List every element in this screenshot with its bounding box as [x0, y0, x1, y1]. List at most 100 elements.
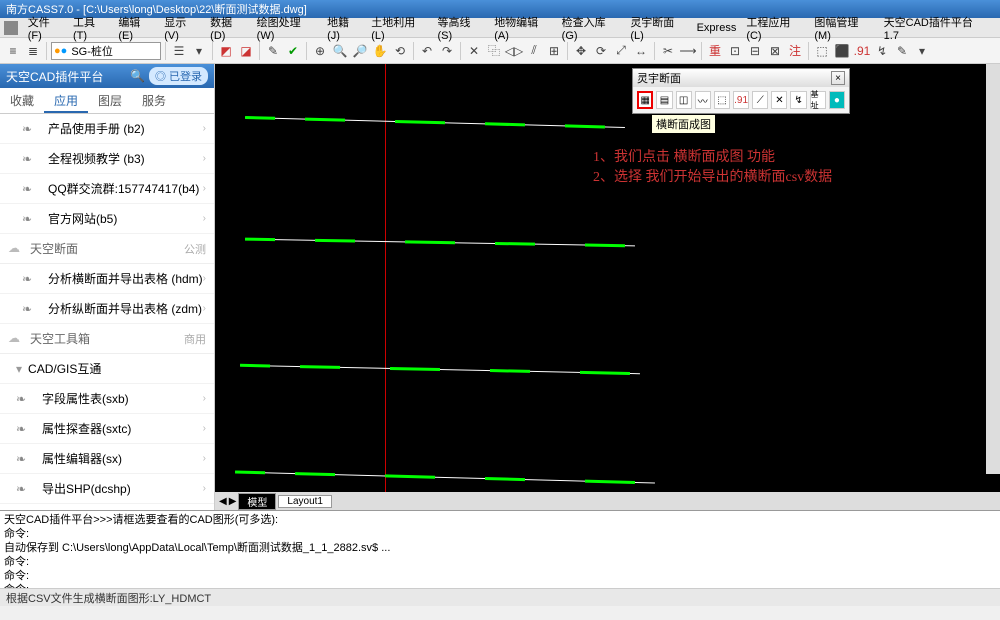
sidebar-item[interactable]: ❧产品使用手册 (b2)›	[0, 114, 214, 144]
cross-section-button[interactable]: ▦	[637, 91, 653, 109]
tool-icon[interactable]: ◩	[217, 42, 235, 60]
canvas[interactable]: 灵宇断面 × ▦ ▤ ◫ 〰 ⬚ .91 ⟋ ✕ ↯ 基址 ● 横断面成图	[215, 64, 1000, 492]
panel-btn[interactable]: ✕	[771, 91, 787, 109]
stretch-icon[interactable]: ↔	[632, 42, 650, 60]
misc-icon[interactable]: ⬚	[813, 42, 831, 60]
sidebar-item[interactable]: ❧字段属性表(sxb)›	[0, 384, 214, 414]
menu-file[interactable]: 文件(F)	[28, 14, 63, 42]
menu-lingyu[interactable]: 灵宇断面(L)	[630, 14, 686, 42]
sidebar-item[interactable]: ❧QQ群交流群:157747417(b4)›	[0, 174, 214, 204]
menu-data[interactable]: 数据(D)	[210, 14, 247, 42]
tab-favorites[interactable]: 收藏	[0, 88, 44, 113]
panel-btn[interactable]: ●	[829, 91, 845, 109]
misc-icon[interactable]: 注	[786, 42, 804, 60]
offset-icon[interactable]: ⫽	[525, 42, 543, 60]
menu-sheet[interactable]: 图幅管理(M)	[814, 14, 873, 42]
menu-land[interactable]: 土地利用(L)	[371, 14, 427, 42]
tab-nav-right[interactable]: ▶	[229, 496, 237, 507]
misc-icon[interactable]: 重	[706, 42, 724, 60]
zoom-prev-icon[interactable]: ⟲	[391, 42, 409, 60]
sidebar-item[interactable]: ❧官方网站(b5)›	[0, 204, 214, 234]
tab-layout1[interactable]: Layout1	[278, 495, 332, 508]
sidebar-item[interactable]: ❧全程视频教学 (b3)›	[0, 144, 214, 174]
login-badge[interactable]: ◎ 已登录	[149, 67, 208, 85]
rotate-icon[interactable]: ⟳	[592, 42, 610, 60]
panel-btn[interactable]: ↯	[790, 91, 806, 109]
layers2-icon[interactable]: ≣	[24, 42, 42, 60]
copy-icon[interactable]: ⿻	[485, 42, 503, 60]
lingyu-panel[interactable]: 灵宇断面 × ▦ ▤ ◫ 〰 ⬚ .91 ⟋ ✕ ↯ 基址 ●	[632, 68, 850, 114]
menu-express[interactable]: Express	[697, 22, 737, 34]
tab-apps[interactable]: 应用	[44, 88, 88, 113]
scrollbar-vertical[interactable]	[986, 64, 1000, 474]
misc-icon[interactable]: ⊡	[726, 42, 744, 60]
misc-icon[interactable]: ⬛	[833, 42, 851, 60]
check-icon[interactable]: ✔	[284, 42, 302, 60]
menu-feature-edit[interactable]: 地物编辑(A)	[494, 14, 551, 42]
menu-plugin[interactable]: 天空CAD插件平台1.7	[884, 14, 986, 42]
panel-btn[interactable]: 〰	[695, 91, 711, 109]
sidebar-item[interactable]: ❧分析纵断面并导出表格 (zdm)›	[0, 294, 214, 324]
tool-icon[interactable]: ◪	[237, 42, 255, 60]
layers-icon[interactable]: ≡	[4, 42, 22, 60]
item-label: 官方网站(b5)	[48, 210, 117, 227]
panel-btn[interactable]: ▤	[656, 91, 672, 109]
undo-icon[interactable]: ↶	[418, 42, 436, 60]
misc-icon[interactable]: ▾	[913, 42, 931, 60]
trim-icon[interactable]: ✂	[659, 42, 677, 60]
erase-icon[interactable]: ✕	[465, 42, 483, 60]
menu-edit[interactable]: 编辑(E)	[118, 14, 154, 42]
misc-icon[interactable]: ↯	[873, 42, 891, 60]
panel-btn[interactable]: 基址	[810, 91, 826, 109]
sidebar-item[interactable]: ❧导出SHP(dcshp)›	[0, 474, 214, 504]
redo-icon[interactable]: ↷	[438, 42, 456, 60]
sidebar-subgroup[interactable]: ▾CAD/GIS互通	[0, 354, 214, 384]
props-icon[interactable]: ☰	[170, 42, 188, 60]
menu-draw[interactable]: 绘图处理(W)	[257, 14, 317, 42]
sidebar-item[interactable]: ❧导入SHP(drshp)›	[0, 504, 214, 510]
sidebar-group[interactable]: ☁天空工具箱商用	[0, 324, 214, 354]
command-window[interactable]: 天空CAD插件平台>>>请框选要查看的CAD图形(可多选): 命令: 自动保存到…	[0, 510, 1000, 588]
zoom-extents-icon[interactable]: ⊕	[311, 42, 329, 60]
array-icon[interactable]: ⊞	[545, 42, 563, 60]
dropdown-icon[interactable]: ▾	[190, 42, 208, 60]
misc-icon[interactable]: ⊠	[766, 42, 784, 60]
mirror-icon[interactable]: ◁▷	[505, 42, 523, 60]
close-icon[interactable]: ×	[831, 71, 845, 85]
menu-engineering[interactable]: 工程应用(C)	[746, 14, 804, 42]
tab-nav-left[interactable]: ◀	[219, 496, 227, 507]
move-icon[interactable]: ✥	[572, 42, 590, 60]
misc-icon[interactable]: ✎	[893, 42, 911, 60]
menu-cadastre[interactable]: 地籍(J)	[327, 14, 361, 42]
search-icon[interactable]: 🔍	[130, 69, 145, 83]
panel-btn[interactable]: ⬚	[714, 91, 730, 109]
menu-check[interactable]: 检查入库(G)	[562, 14, 621, 42]
panel-btn[interactable]: ⟋	[752, 91, 768, 109]
layer-combo[interactable]: ●● SG-桩位	[51, 42, 161, 60]
zoom-out-icon[interactable]: 🔎	[351, 42, 369, 60]
wand-icon[interactable]: ✎	[264, 42, 282, 60]
scale-icon[interactable]: ⤢	[612, 42, 630, 60]
sidebar-group[interactable]: ☁天空断面公测	[0, 234, 214, 264]
annotation-line2: 2、选择 我们开始导出的横断面csv数据	[593, 166, 832, 186]
sidebar-item[interactable]: ❧分析横断面并导出表格 (hdm)›	[0, 264, 214, 294]
menu-contour[interactable]: 等高线(S)	[438, 14, 485, 42]
panel-titlebar[interactable]: 灵宇断面 ×	[633, 69, 849, 87]
extend-icon[interactable]: ⟶	[679, 42, 697, 60]
zoom-in-icon[interactable]: 🔍	[331, 42, 349, 60]
sidebar-item[interactable]: ❧属性编辑器(sx)›	[0, 444, 214, 474]
misc-icon[interactable]: ⊟	[746, 42, 764, 60]
menu-view[interactable]: 显示(V)	[164, 14, 200, 42]
menu-tools[interactable]: 工具(T)	[73, 14, 108, 42]
tab-layers[interactable]: 图层	[88, 88, 132, 113]
drawing-area[interactable]: 灵宇断面 × ▦ ▤ ◫ 〰 ⬚ .91 ⟋ ✕ ↯ 基址 ● 横断面成图	[215, 64, 1000, 510]
tab-services[interactable]: 服务	[132, 88, 176, 113]
pan-icon[interactable]: ✋	[371, 42, 389, 60]
sidebar-body[interactable]: ❧产品使用手册 (b2)›❧全程视频教学 (b3)›❧QQ群交流群:157747…	[0, 114, 214, 510]
leaf-icon: ❧	[22, 152, 40, 166]
panel-btn[interactable]: .91	[733, 91, 749, 109]
misc-icon[interactable]: .91	[853, 42, 871, 60]
tab-model[interactable]: 模型	[238, 493, 276, 510]
panel-btn[interactable]: ◫	[676, 91, 692, 109]
sidebar-item[interactable]: ❧属性探查器(sxtc)›	[0, 414, 214, 444]
